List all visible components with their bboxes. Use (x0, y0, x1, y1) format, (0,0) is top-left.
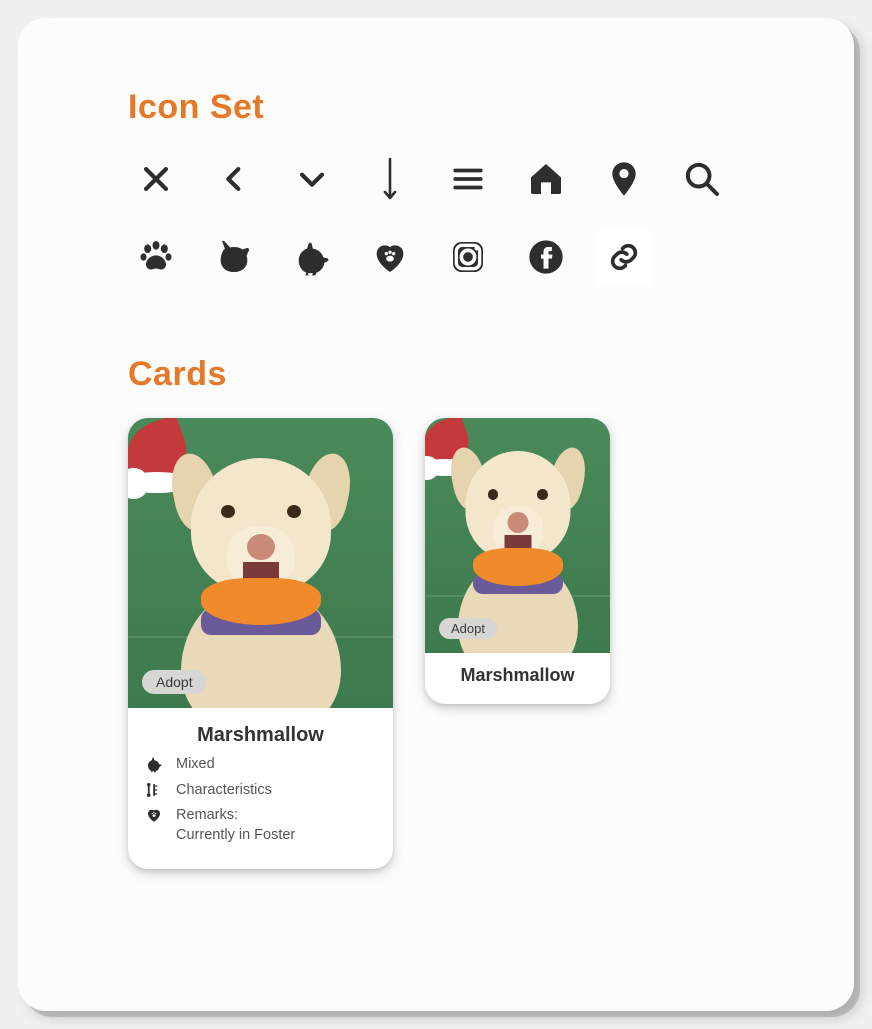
link-icon (596, 229, 652, 285)
dog-icon (284, 229, 340, 285)
location-pin-icon (596, 151, 652, 207)
style-guide-panel: Icon Set (18, 18, 854, 1011)
meta-text: Characteristics (176, 781, 272, 801)
heart-paw-icon (362, 229, 418, 285)
pet-card-body: Marshmallow Mixed Characteristics (128, 708, 393, 869)
meta-row-breed: Mixed (144, 755, 377, 775)
meta-row-remarks: Remarks: Currently in Foster (144, 806, 377, 845)
search-icon (674, 151, 730, 207)
bone-ruler-icon (144, 781, 164, 799)
arrow-down-icon (362, 151, 418, 207)
facebook-icon (518, 229, 574, 285)
meta-text: Remarks: Currently in Foster (176, 806, 295, 845)
instagram-icon (440, 229, 496, 285)
pet-photo: Adopt (128, 418, 393, 708)
pet-name: Marshmallow (144, 724, 377, 747)
pet-photo: Adopt (425, 418, 610, 653)
meta-text: Mixed (176, 755, 215, 775)
pet-card-small[interactable]: Adopt Marshmallow (425, 418, 610, 704)
cat-icon (206, 229, 262, 285)
status-badge: Adopt (439, 618, 497, 639)
status-badge: Adopt (142, 670, 207, 694)
pet-card-body: Marshmallow (425, 653, 610, 704)
menu-icon (440, 151, 496, 207)
chevron-left-icon (206, 151, 262, 207)
dog-icon (144, 755, 164, 773)
pet-name: Marshmallow (435, 665, 600, 686)
heart-paw-icon (144, 806, 164, 824)
home-icon (518, 151, 574, 207)
icons-section-title: Icon Set (128, 88, 754, 127)
paw-icon (128, 229, 184, 285)
icon-grid (128, 151, 754, 285)
cards-row: Adopt Marshmallow Mixed Characteristics (128, 418, 754, 869)
chevron-down-icon (284, 151, 340, 207)
close-icon (128, 151, 184, 207)
cards-section-title: Cards (128, 355, 754, 394)
meta-row-characteristics: Characteristics (144, 781, 377, 801)
pet-card-large[interactable]: Adopt Marshmallow Mixed Characteristics (128, 418, 393, 869)
